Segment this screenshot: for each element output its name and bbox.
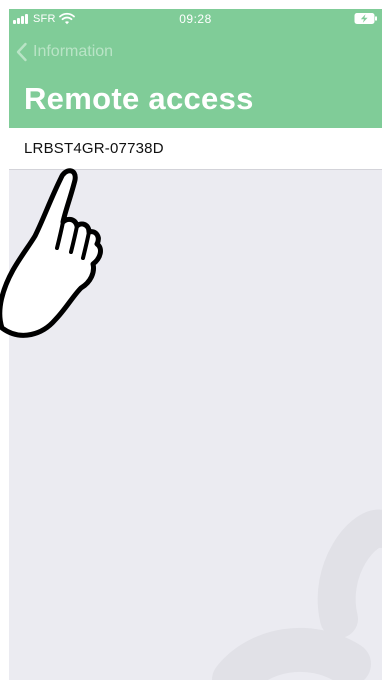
device-list: LRBST4GR-07738D	[9, 128, 382, 170]
app-screen: SFR 09:28 Information Remote access LRBS…	[9, 9, 382, 680]
device-name: LRBST4GR-07738D	[24, 140, 164, 157]
page-title: Remote access	[24, 81, 254, 116]
status-time: 09:28	[179, 12, 212, 26]
chevron-left-icon	[16, 42, 27, 62]
navigation-header: SFR 09:28 Information Remote access	[9, 9, 382, 128]
list-item[interactable]: LRBST4GR-07738D	[9, 128, 382, 170]
status-bar: SFR 09:28	[9, 9, 382, 31]
battery-charging-icon	[354, 13, 377, 24]
back-button-label: Information	[33, 43, 114, 60]
back-button[interactable]: Information	[15, 40, 113, 64]
